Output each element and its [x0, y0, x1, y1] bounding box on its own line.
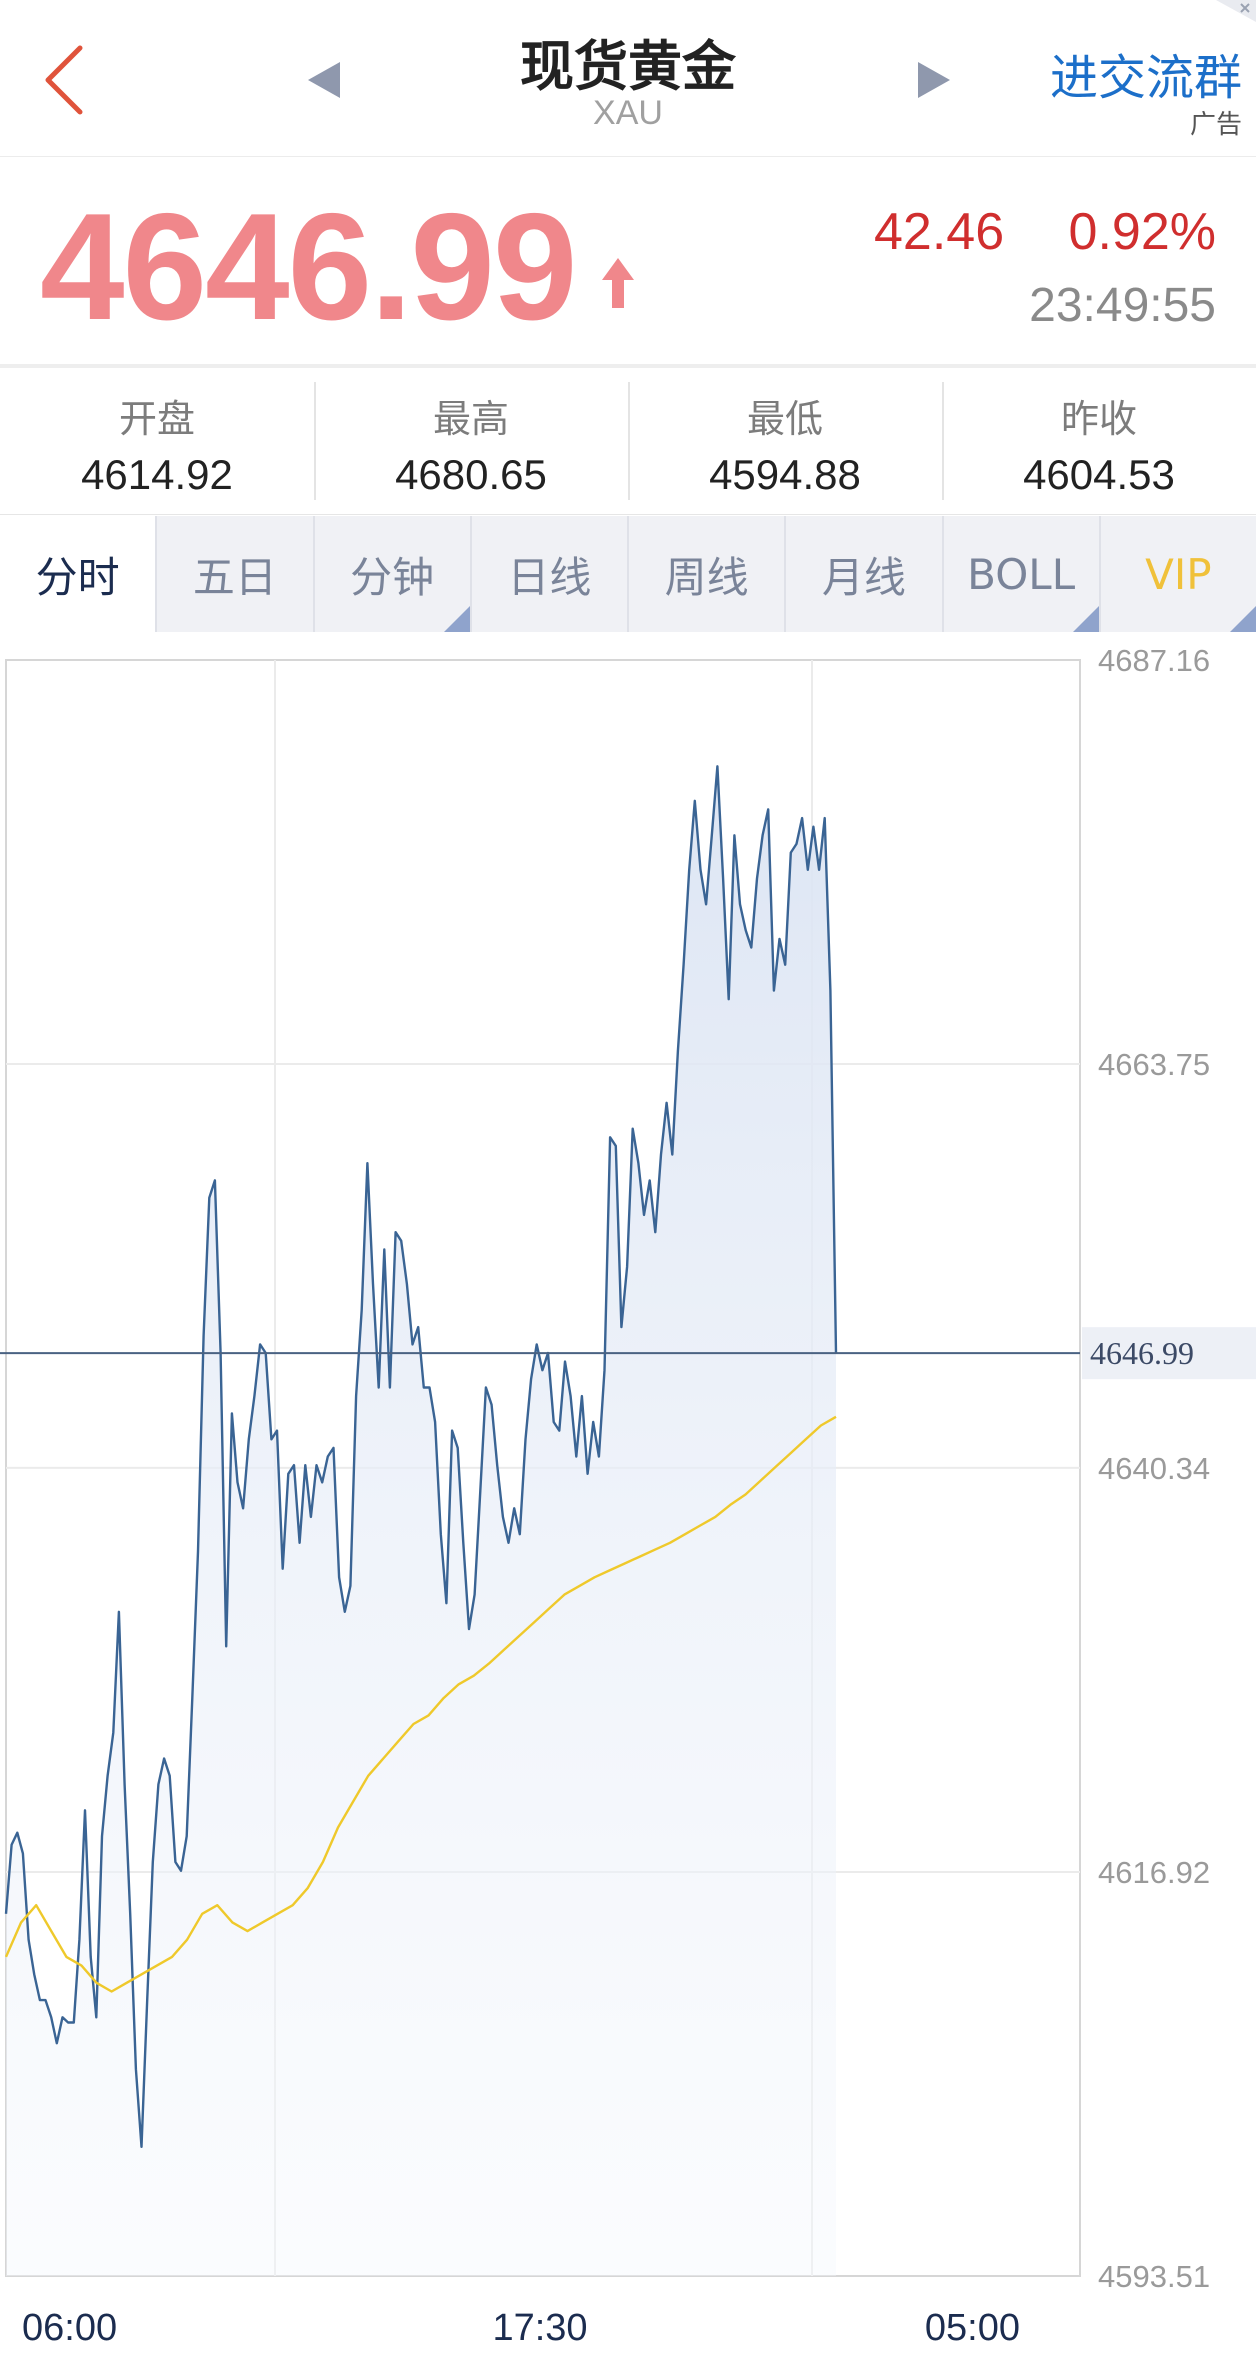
stat-label: 昨收: [1060, 397, 1137, 441]
tab-monthly[interactable]: 月线: [786, 516, 944, 632]
up-arrow-icon: [602, 258, 634, 308]
price-change: 42.46: [874, 203, 1005, 261]
y-tick-label: 4616.92: [1098, 1855, 1210, 1890]
instrument-code: XAU: [593, 94, 663, 132]
tab-label: 周线: [664, 552, 749, 602]
previous-instrument-icon[interactable]: [306, 60, 342, 100]
x-tick-label: 06:00: [22, 2307, 117, 2349]
chart-period-tabs: 分时 五日 分钟 日线 周线 月线 BOLL VIP: [0, 516, 1256, 632]
tab-boll[interactable]: BOLL: [944, 516, 1101, 632]
x-tick-label: 05:00: [925, 2307, 1020, 2349]
stats-row: 开盘 4614.92 最高 4680.65 最低 4594.88 昨收 4604…: [0, 368, 1256, 515]
tab-intraday[interactable]: 分时: [0, 516, 158, 632]
tab-weekly[interactable]: 周线: [629, 516, 787, 632]
stat-open: 开盘 4614.92: [0, 368, 314, 514]
stat-label: 开盘: [118, 397, 195, 441]
y-tick-label: 4663.75: [1098, 1047, 1210, 1082]
tab-label: VIP: [1145, 549, 1212, 599]
back-arrow-icon[interactable]: [40, 42, 90, 118]
price-change-percent: 0.92%: [1068, 203, 1216, 261]
dropdown-corner-icon: [1230, 606, 1256, 632]
y-tick-label: 4687.16: [1098, 643, 1210, 678]
current-price-label: 4646.99: [1090, 1335, 1194, 1371]
ad-label: 广告: [1189, 109, 1242, 139]
stat-low: 最低 4594.88: [628, 368, 942, 514]
join-group-link[interactable]: 进交流群: [1050, 38, 1242, 108]
stat-value: 4594.88: [709, 451, 861, 498]
tab-vip[interactable]: VIP: [1101, 516, 1256, 632]
tab-minute[interactable]: 分钟: [315, 516, 472, 632]
tab-label: 分钟: [350, 552, 435, 602]
tab-label: 分时: [35, 552, 120, 602]
y-tick-label: 4593.51: [1098, 2259, 1210, 2294]
stat-value: 4680.65: [395, 451, 547, 498]
stat-value: 4614.92: [81, 451, 233, 498]
price-area-fill: [6, 766, 836, 2276]
stat-value: 4604.53: [1023, 451, 1175, 498]
dropdown-corner-icon: [443, 606, 470, 632]
dropdown-corner-icon: [1072, 606, 1099, 632]
tab-five-day[interactable]: 五日: [157, 516, 315, 632]
stat-label: 最高: [432, 397, 509, 441]
instrument-title: 现货黄金: [520, 35, 736, 98]
current-price: 4646.99: [40, 182, 577, 352]
stat-prev-close: 昨收 4604.53: [942, 368, 1256, 514]
stat-label: 最低: [746, 397, 823, 441]
next-instrument-icon[interactable]: [916, 60, 952, 100]
y-tick-label: 4640.34: [1098, 1451, 1210, 1486]
x-tick-label: 17:30: [492, 2307, 587, 2349]
tab-label: BOLL: [967, 549, 1076, 599]
quote-panel: 4646.99 42.46 0.92% 23:49:55: [0, 156, 1256, 368]
tab-label: 五日: [192, 552, 277, 602]
tab-label: 月线: [821, 552, 906, 602]
tab-daily[interactable]: 日线: [472, 516, 629, 632]
tab-label: 日线: [507, 552, 592, 602]
stat-high: 最高 4680.65: [314, 368, 628, 514]
ad-close-icon[interactable]: [1216, 0, 1256, 22]
intraday-chart[interactable]: 4646.99 4687.16 4663.75 4640.34 4616.92 4593…: [0, 640, 1256, 2376]
top-bar: 现货黄金 XAU 进交流群 广告: [0, 0, 1256, 157]
quote-time: 23:49:55: [1029, 279, 1216, 332]
